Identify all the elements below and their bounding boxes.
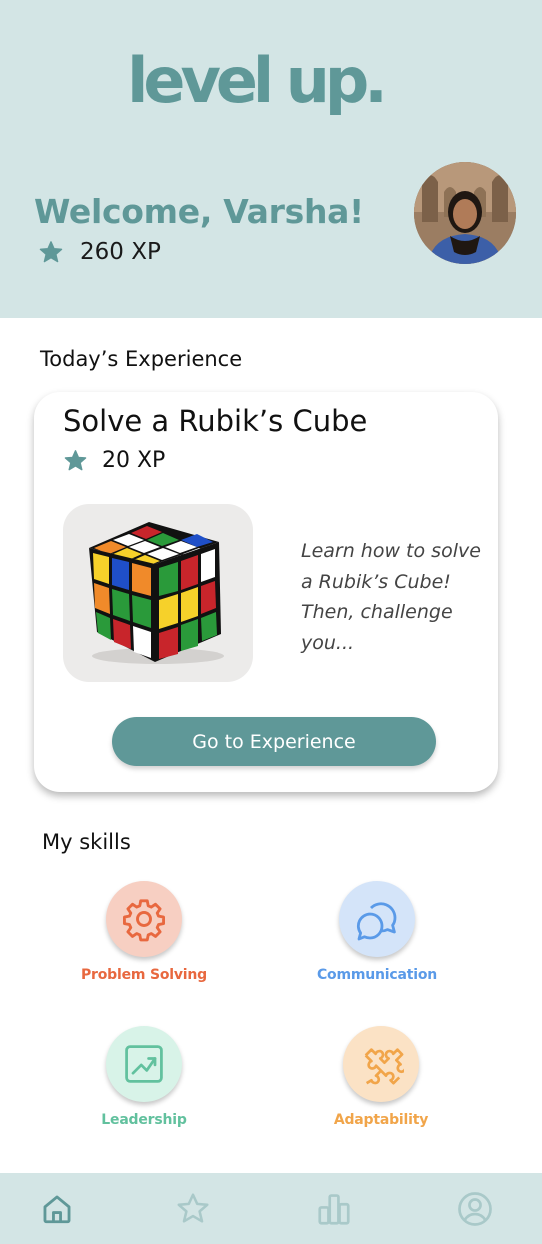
header: level up. Welcome, Varsha! 260 XP — [0, 0, 542, 318]
welcome-message: Welcome, Varsha! — [34, 192, 364, 231]
nav-home[interactable] — [37, 1189, 77, 1229]
skill-label: Communication — [316, 967, 438, 983]
avatar-photo — [414, 162, 516, 264]
my-skills-heading: My skills — [42, 830, 131, 854]
app-logo: level up. — [127, 44, 388, 117]
skill-icon-badge — [106, 881, 182, 957]
skill-label: Leadership — [101, 1112, 187, 1128]
experience-card: Solve a Rubik’s Cube 20 XP Learn how to … — [34, 392, 498, 792]
bar-chart-icon — [318, 1194, 350, 1225]
home-icon — [43, 1195, 71, 1224]
star-icon — [64, 449, 87, 470]
experience-title: Solve a Rubik’s Cube — [63, 404, 368, 438]
skill-leadership[interactable]: Leadership — [44, 1026, 244, 1128]
skill-icon-badge — [339, 881, 415, 957]
puzzle-piece-icon — [364, 1048, 404, 1085]
nav-profile[interactable] — [455, 1189, 495, 1229]
profile-icon — [458, 1192, 492, 1226]
skill-communication[interactable]: Communication — [277, 881, 477, 983]
skill-icon-badge — [106, 1026, 182, 1102]
gear-icon — [123, 899, 165, 942]
nav-stats[interactable] — [314, 1189, 354, 1229]
star-icon — [177, 1193, 209, 1223]
nav-favorites[interactable] — [173, 1189, 213, 1229]
star-icon — [39, 240, 63, 262]
rubiks-cube-image — [63, 504, 253, 682]
todays-experience-heading: Today’s Experience — [40, 347, 243, 371]
go-to-experience-button[interactable]: Go to Experience — [112, 717, 436, 766]
bottom-navigation — [0, 1173, 542, 1244]
total-xp: 260 XP — [38, 239, 161, 265]
skill-icon-badge — [343, 1026, 419, 1102]
experience-description: Learn how to solve a Rubik’s Cube! Then,… — [301, 540, 481, 654]
experience-xp: 20 XP — [63, 448, 165, 473]
skill-adaptability[interactable]: Adaptability — [281, 1026, 481, 1128]
skill-label: Adaptability — [333, 1112, 429, 1128]
chat-bubbles-icon — [356, 902, 397, 941]
avatar[interactable] — [414, 162, 516, 264]
trending-up-chart-icon — [125, 1045, 163, 1083]
xp-value: 20 XP — [102, 448, 166, 473]
xp-value: 260 XP — [80, 239, 161, 265]
skill-problem-solving[interactable]: Problem Solving — [44, 881, 244, 983]
skill-label: Problem Solving — [81, 967, 207, 983]
